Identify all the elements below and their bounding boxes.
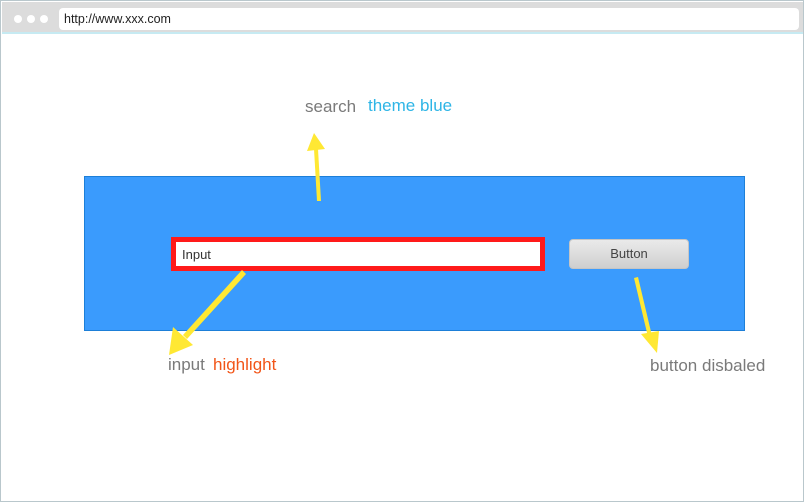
address-bar[interactable]: http://www.xxx.com bbox=[59, 8, 799, 30]
highlight-annotation-label: highlight bbox=[213, 355, 277, 374]
browser-toolbar: http://www.xxx.com bbox=[2, 2, 803, 34]
disabled-button: Button bbox=[569, 239, 689, 269]
button-disabled-annotation-label: button disbaled bbox=[650, 356, 766, 375]
window-dot-icon[interactable] bbox=[27, 15, 35, 23]
search-input[interactable] bbox=[171, 237, 545, 271]
search-annotation-label: search bbox=[305, 97, 357, 116]
window-dot-icon[interactable] bbox=[40, 15, 48, 23]
window-dot-icon[interactable] bbox=[14, 15, 22, 23]
theme-blue-annotation-label: theme blue bbox=[368, 96, 453, 115]
input-annotation-label: input bbox=[168, 355, 205, 374]
browser-window: http://www.xxx.com Button search theme b… bbox=[0, 0, 804, 502]
